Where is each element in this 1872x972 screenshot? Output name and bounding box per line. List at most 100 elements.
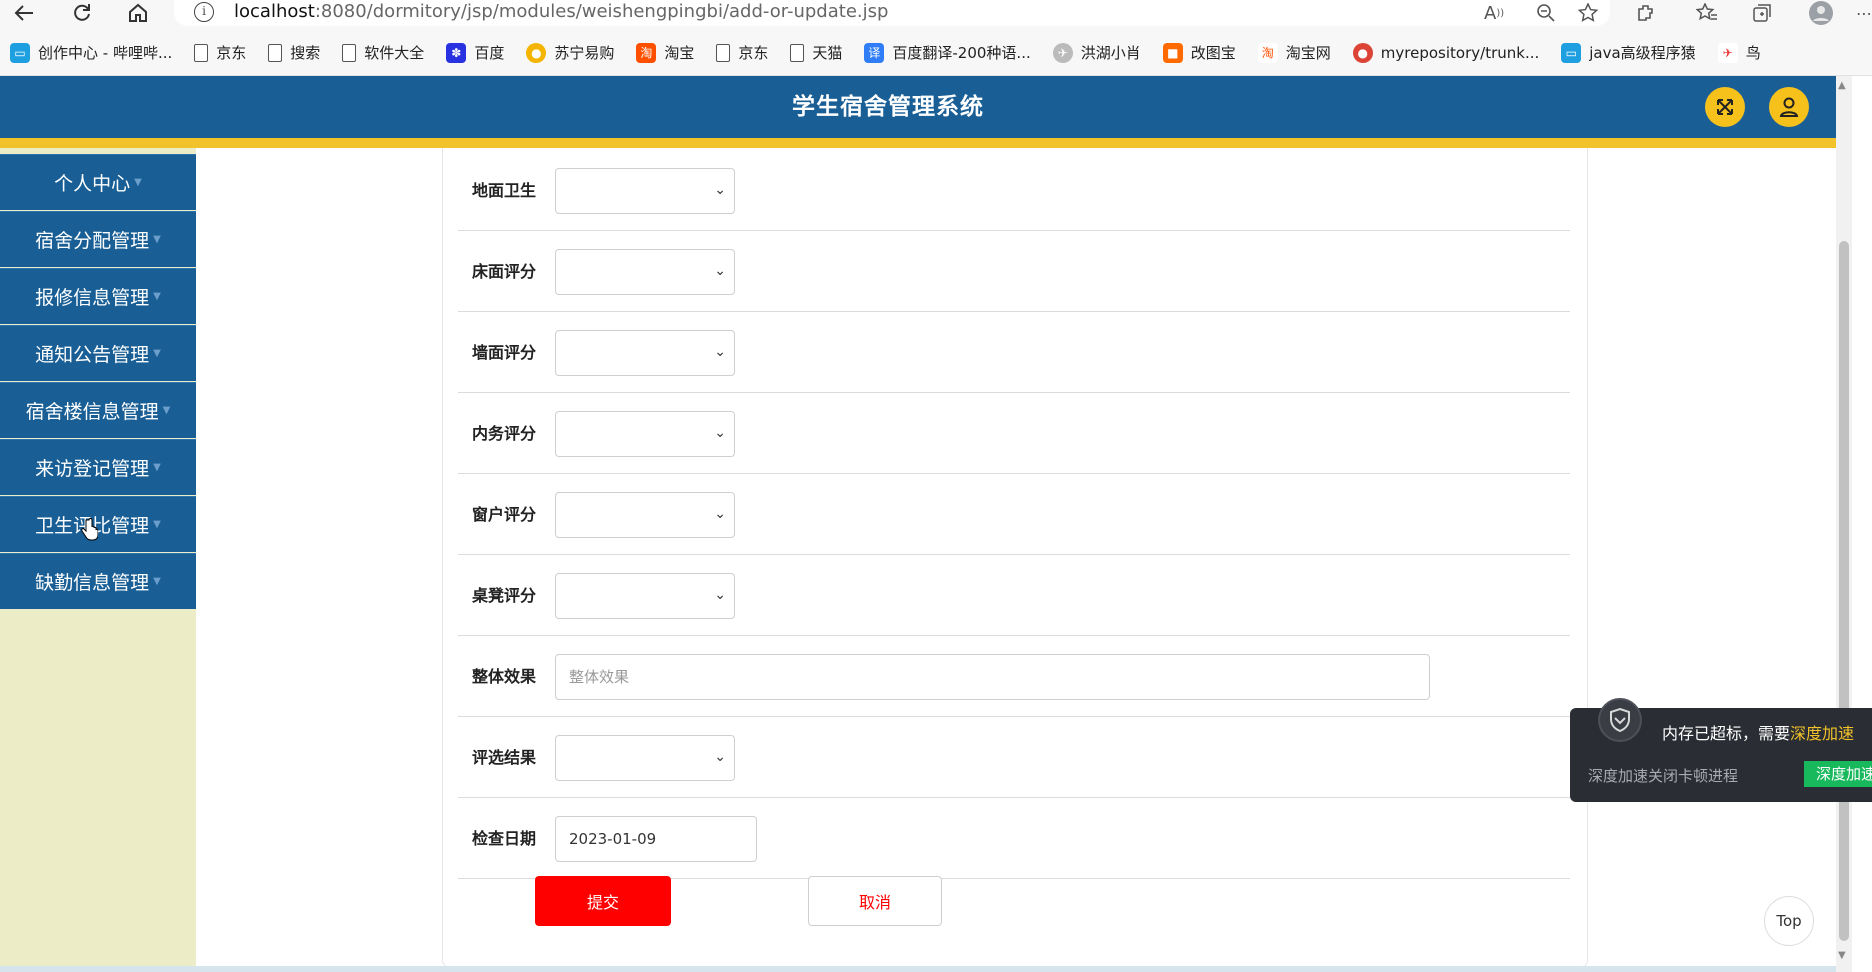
housekeeping-score-select[interactable]: ⌄ <box>555 411 735 457</box>
sidebar-item-notices[interactable]: 通知公告管理 ▼ <box>0 325 196 381</box>
wall-score-select[interactable]: ⌄ <box>555 330 735 376</box>
toast-message: 内存已超标，需要深度加速 <box>1662 724 1855 743</box>
scroll-up-icon[interactable]: ▲ <box>1838 80 1846 91</box>
bookmark-item[interactable]: ✈ 洪湖小肖 <box>1052 42 1141 63</box>
cancel-button[interactable]: 取消 <box>808 876 942 926</box>
home-icon[interactable] <box>124 0 152 26</box>
main-content: 地面卫生 ⌄ 床面评分 ⌄ 墙面评分 ⌄ 内务评分 ⌄ 窗户评分 ⌄ 桌凳评分 … <box>196 148 1836 972</box>
bookmark-item[interactable]: 天猫 <box>790 42 842 63</box>
sidebar: 个人中心 ▼ 宿舍分配管理 ▼ 报修信息管理 ▼ 通知公告管理 ▼ 宿舍楼信息管理 ▼ 来… <box>0 148 196 972</box>
sidebar-item-hygiene-rating[interactable]: 卫生评比管理▼ <box>0 496 196 552</box>
caret-down-icon: ▼ <box>153 462 161 473</box>
taobao-icon: 淘 <box>636 42 657 63</box>
sidebar-item-building-info[interactable]: 宿舍楼信息管理 ▼ <box>0 382 196 438</box>
overall-effect-input[interactable]: 整体效果 <box>555 654 1430 700</box>
field-label: 墙面评分 <box>472 343 537 362</box>
profile-avatar-icon[interactable] <box>1808 0 1834 26</box>
scrollbar-thumb[interactable] <box>1839 241 1849 941</box>
selection-result-select[interactable]: ⌄ <box>555 735 735 781</box>
field-label: 窗户评分 <box>472 505 537 524</box>
page-icon <box>342 43 357 62</box>
form-row-check-date: 检查日期 2023-01-09 <box>458 799 1570 879</box>
bookmarks-bar: ▭ 创作中心 - 哔哩哔... 京东 搜索 软件大全 ✽ 百度 ● 苏宁易购 淘淘宝 … <box>0 30 1872 76</box>
chevron-down-icon: ⌄ <box>714 263 726 279</box>
chevron-down-icon: ⌄ <box>714 749 726 765</box>
bookmark-item[interactable]: 京东 <box>716 42 768 63</box>
field-label: 整体效果 <box>472 667 537 686</box>
bookmark-item[interactable]: ● 苏宁易购 <box>526 42 614 63</box>
fullscreen-icon <box>1717 99 1733 115</box>
caret-down-icon: ▼ <box>153 348 161 359</box>
user-button[interactable] <box>1769 87 1809 127</box>
form-row-overall-effect: 整体效果 整体效果 <box>458 637 1570 717</box>
fullscreen-button[interactable] <box>1705 87 1745 127</box>
hand-cursor-icon <box>81 518 98 541</box>
caret-down-icon: ▼ <box>153 519 161 530</box>
bookmark-item[interactable]: 译百度翻译-200种语... <box>864 42 1031 63</box>
bed-score-select[interactable]: ⌄ <box>555 249 735 295</box>
more-menu-icon[interactable]: ⋯ <box>1856 0 1872 26</box>
reload-icon[interactable] <box>68 0 96 26</box>
bookmark-item[interactable]: 淘淘宝 <box>636 42 694 63</box>
deep-accelerate-button[interactable]: 深度加速 <box>1804 761 1872 787</box>
bookmark-item[interactable]: 淘淘宝网 <box>1257 42 1331 63</box>
sidebar-item-dorm-allocation[interactable]: 宿舍分配管理 ▼ <box>0 211 196 267</box>
address-url: localhost:8080/dormitory/jsp/modules/wei… <box>234 1 889 22</box>
desk-chair-score-select[interactable]: ⌄ <box>555 573 735 619</box>
extensions-icon[interactable] <box>1636 0 1656 26</box>
bookmark-item[interactable]: ▭ java高级程序猿 <box>1561 42 1696 63</box>
bookmark-item[interactable]: ● myrepository/trunk... <box>1352 42 1539 63</box>
chevron-down-icon: ⌄ <box>714 182 726 198</box>
page-icon <box>790 43 805 62</box>
sidebar-item-repair-info[interactable]: 报修信息管理 ▼ <box>0 268 196 324</box>
bookmark-item[interactable]: ✈ 鸟 <box>1717 42 1761 63</box>
sidebar-item-visitor-registration[interactable]: 来访登记管理 ▼ <box>0 439 196 495</box>
bird-icon: ✈ <box>1052 42 1073 63</box>
user-icon <box>1779 97 1799 117</box>
taobao-net-icon: 淘 <box>1257 42 1278 63</box>
site-info-icon[interactable]: i <box>194 2 214 22</box>
field-label: 地面卫生 <box>472 181 537 200</box>
sidebar-item-personal-center[interactable]: 个人中心 ▼ <box>0 154 196 210</box>
address-bar[interactable]: i localhost:8080/dormitory/jsp/modules/w… <box>174 0 1610 26</box>
form-row-selection-result: 评选结果 ⌄ <box>458 718 1570 798</box>
back-to-top-button[interactable]: Top <box>1764 896 1814 946</box>
bookmark-item[interactable]: 京东 <box>194 42 246 63</box>
read-aloud-icon[interactable]: A)) <box>1484 0 1504 26</box>
header-accent-strip <box>0 138 1836 148</box>
caret-down-icon: ▼ <box>134 177 142 188</box>
scroll-down-icon[interactable]: ▼ <box>1838 950 1846 961</box>
memory-toast: 内存已超标，需要深度加速 深度加速关闭卡顿进程 深度加速 <box>1570 698 1872 802</box>
form-row-desk-chair-score: 桌凳评分 ⌄ <box>458 556 1570 636</box>
suning-icon: ● <box>526 42 547 63</box>
form-row-housekeeping-score: 内务评分 ⌄ <box>458 394 1570 474</box>
hygiene-rating-form: 地面卫生 ⌄ 床面评分 ⌄ 墙面评分 ⌄ 内务评分 ⌄ 窗户评分 ⌄ 桌凳评分 … <box>442 148 1588 968</box>
back-icon[interactable] <box>10 0 38 26</box>
check-date-input[interactable]: 2023-01-09 <box>555 816 757 862</box>
bookmark-item[interactable]: ■ 改图宝 <box>1162 42 1236 63</box>
form-row-wall-score: 墙面评分 ⌄ <box>458 313 1570 393</box>
shield-icon <box>1598 698 1642 742</box>
field-label: 内务评分 <box>472 424 537 443</box>
favorite-add-icon[interactable] <box>1578 0 1600 26</box>
bookmark-item[interactable]: 软件大全 <box>342 42 424 63</box>
zoom-out-icon[interactable] <box>1536 0 1556 26</box>
bookmark-item[interactable]: 搜索 <box>268 42 320 63</box>
floor-hygiene-select[interactable]: ⌄ <box>555 168 735 214</box>
window-score-select[interactable]: ⌄ <box>555 492 735 538</box>
bookmark-item[interactable]: ▭ 创作中心 - 哔哩哔... <box>10 42 172 63</box>
page-scrollbar[interactable]: ▲ ▼ <box>1836 76 1852 972</box>
app-header: 学生宿舍管理系统 <box>0 76 1836 138</box>
sidebar-item-absence-info[interactable]: 缺勤信息管理 ▼ <box>0 553 196 609</box>
favorites-icon[interactable] <box>1696 0 1718 26</box>
toast-subtext: 深度加速关闭卡顿进程 <box>1588 767 1739 785</box>
bookmark-item[interactable]: ✽ 百度 <box>446 42 504 63</box>
bottom-strip <box>0 966 1836 972</box>
chevron-down-icon: ⌄ <box>714 587 726 603</box>
caret-down-icon: ▼ <box>153 291 161 302</box>
submit-button[interactable]: 提交 <box>535 876 671 926</box>
bilibili-icon: ▭ <box>1561 42 1582 63</box>
browser-toolbar: i localhost:8080/dormitory/jsp/modules/w… <box>0 0 1872 30</box>
collections-icon[interactable] <box>1752 0 1774 26</box>
form-row-bed-score: 床面评分 ⌄ <box>458 232 1570 312</box>
